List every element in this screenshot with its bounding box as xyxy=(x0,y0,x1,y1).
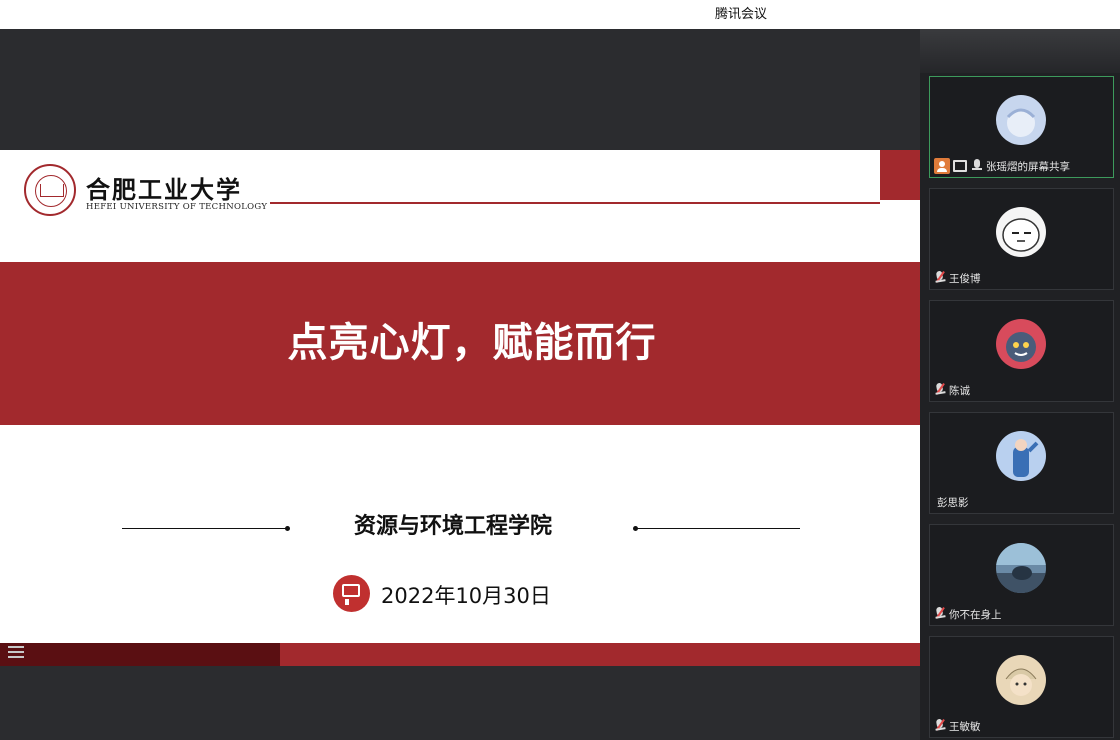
slide-corner-block xyxy=(880,150,920,200)
mic-muted-icon xyxy=(933,270,947,286)
list-menu-icon[interactable] xyxy=(8,646,24,660)
mic-icon xyxy=(971,159,983,173)
participant-tile[interactable]: 王敏敏 xyxy=(929,636,1114,738)
divider-right xyxy=(636,528,800,529)
person-icon xyxy=(934,158,950,174)
participant-name: 你不在身上 xyxy=(949,608,1002,621)
participant-name-row: 你不在身上 xyxy=(934,606,1002,622)
mic-muted-icon xyxy=(933,718,947,734)
participant-name-row: 彭思影 xyxy=(934,494,969,510)
participant-name-row: 王敏敏 xyxy=(934,718,981,734)
participant-name: 彭思影 xyxy=(937,496,969,509)
presentation-slide: 合肥工业大学 HEFEI UNIVERSITY OF TECHNOLOGY 点亮… xyxy=(0,150,920,666)
avatar xyxy=(996,207,1046,257)
panel-header xyxy=(920,29,1120,73)
college-name: 资源与环境工程学院 xyxy=(353,514,552,539)
logo-chinese-name: 合肥工业大学 xyxy=(86,175,242,204)
participant-name: 王敏敏 xyxy=(949,720,981,733)
participant-name: 张瑶熠的屏幕共享 xyxy=(986,160,1070,173)
avatar xyxy=(996,431,1046,481)
participant-name-row: 陈诚 xyxy=(934,382,970,398)
avatar xyxy=(996,655,1046,705)
mic-muted-icon xyxy=(933,382,947,398)
participant-name-row: 张瑶熠的屏幕共享 xyxy=(934,158,1070,174)
participant-tile[interactable]: 彭思影 xyxy=(929,412,1114,514)
participant-name: 陈诚 xyxy=(949,384,970,397)
participant-name-row: 王俊博 xyxy=(934,270,981,286)
headline-band: 点亮心灯，赋能而行 xyxy=(0,262,920,425)
avatar xyxy=(996,319,1046,369)
participant-tile[interactable]: 你不在身上 xyxy=(929,524,1114,626)
participant-tile[interactable]: 王俊博 xyxy=(929,188,1114,290)
presentation-board-icon xyxy=(333,575,370,612)
slide-footer-red xyxy=(280,643,920,666)
participants-panel: 张瑶熠的屏幕共享 王俊博 陈诚 彭思影 你不在身上 王敏敏 xyxy=(920,29,1120,740)
participant-name: 王俊博 xyxy=(949,272,981,285)
slide-accent-line xyxy=(270,202,880,204)
participant-tile[interactable]: 张瑶熠的屏幕共享 xyxy=(929,76,1114,178)
avatar xyxy=(996,543,1046,593)
screen-share-icon xyxy=(953,160,967,172)
shared-screen-stage: 合肥工业大学 HEFEI UNIVERSITY OF TECHNOLOGY 点亮… xyxy=(0,29,920,740)
slide-footer-dark xyxy=(0,643,280,666)
university-logo: 合肥工业大学 HEFEI UNIVERSITY OF TECHNOLOGY xyxy=(24,164,284,220)
logo-english-name: HEFEI UNIVERSITY OF TECHNOLOGY xyxy=(86,202,268,212)
window-titlebar: 腾讯会议 xyxy=(0,0,1120,29)
avatar xyxy=(996,95,1046,145)
mic-muted-icon xyxy=(933,606,947,622)
window-title: 腾讯会议 xyxy=(715,7,768,22)
participant-tile[interactable]: 陈诚 xyxy=(929,300,1114,402)
university-seal-icon xyxy=(24,164,76,216)
slide-date: 2022年10月30日 xyxy=(381,584,551,608)
slide-headline: 点亮心灯，赋能而行 xyxy=(287,320,657,366)
